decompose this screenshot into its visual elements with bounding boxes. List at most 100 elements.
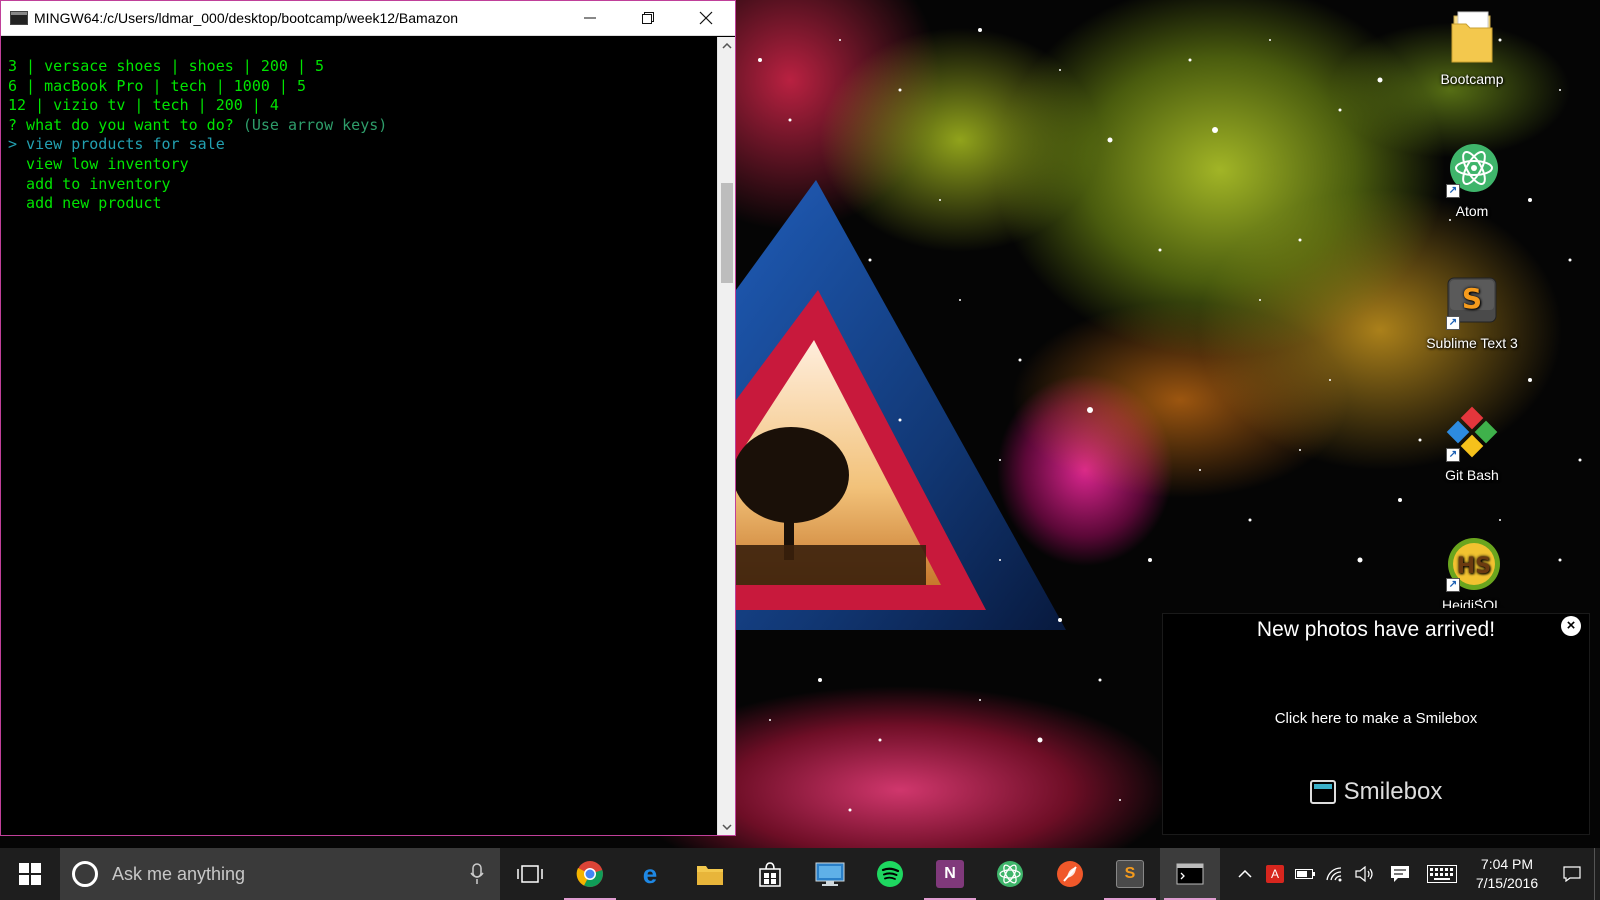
chevron-down-icon (721, 823, 732, 830)
clock-time: 7:04 PM (1480, 856, 1534, 872)
cortana-search-box[interactable]: Ask me anything (60, 848, 500, 900)
minimize-icon (584, 17, 596, 19)
desktop-icon-label: Atom (1455, 203, 1489, 219)
git-icon: ↗ (1444, 406, 1500, 462)
desktop-icon-atom[interactable]: ↗ Atom (1424, 142, 1520, 221)
minimize-button[interactable] (561, 1, 619, 36)
store-icon (759, 862, 781, 887)
prompt-hint: (Use arrow keys) (242, 115, 388, 134)
scroll-up-button[interactable] (718, 37, 735, 54)
desktop-icon-sublime[interactable]: S ↗ Sublime Text 3 (1424, 274, 1520, 353)
clock-date: 7/15/2016 (1475, 875, 1539, 891)
desktop-icon-bootcamp[interactable]: Bootcamp (1424, 10, 1520, 89)
system-tray: A 7:04 PM 7/15/2016 (1230, 848, 1600, 900)
shortcut-arrow-icon: ↗ (1446, 448, 1460, 462)
chrome-icon (576, 861, 603, 887)
svg-text:HS: HS (1457, 554, 1491, 579)
task-view-icon (517, 865, 543, 883)
tray-wifi[interactable] (1320, 848, 1350, 900)
show-desktop-button[interactable] (1594, 848, 1600, 900)
menu-option[interactable]: add to inventory (8, 175, 387, 195)
smilebox-brand-text: Smilebox (1343, 778, 1443, 805)
svg-text:S: S (1462, 282, 1482, 315)
close-icon (699, 11, 713, 25)
smilebox-logo: Smilebox (1163, 778, 1589, 806)
taskbar-spotify[interactable] (860, 848, 920, 900)
taskbar-terminal[interactable] (1160, 848, 1220, 900)
sublime-icon: S (1116, 860, 1144, 888)
terminal-icon (1176, 863, 1204, 885)
remote-desktop-icon (815, 862, 845, 886)
cortana-icon (72, 861, 98, 887)
desktop-icon-heidisql[interactable]: HS ↗ HeidiSQL (1424, 536, 1520, 608)
taskbar-onenote[interactable]: N (920, 848, 980, 900)
taskbar-sublime[interactable]: S (1100, 848, 1160, 900)
notification-icon (1563, 866, 1581, 882)
volume-icon (1355, 866, 1373, 882)
inquirer-prompt: ? what do you want to do? (Use arrow key… (8, 116, 387, 136)
taskbar: Ask me anything e N S A 7:04 PM 7/15/201… (0, 848, 1600, 900)
taskbar-atom[interactable] (980, 848, 1040, 900)
task-view-button[interactable] (500, 848, 560, 900)
desktop-icon-label: Git Bash (1445, 467, 1499, 483)
taskbar-edge[interactable]: e (620, 848, 680, 900)
shortcut-arrow-icon: ↗ (1446, 184, 1460, 198)
tray-keyboard[interactable] (1420, 848, 1464, 900)
start-button[interactable] (0, 848, 60, 900)
edge-icon: e (642, 858, 658, 889)
table-row: 12 | vizio tv | tech | 200 | 4 (8, 96, 279, 115)
taskbar-store[interactable] (740, 848, 800, 900)
scroll-down-button[interactable] (718, 818, 735, 835)
tray-acrobat[interactable]: A (1260, 848, 1290, 900)
message-icon (1391, 866, 1409, 882)
desktop-icon-label: Sublime Text 3 (1426, 335, 1518, 351)
notifications-button[interactable] (1550, 848, 1594, 900)
taskbar-file-explorer[interactable] (680, 848, 740, 900)
restore-icon (642, 12, 654, 24)
make-smilebox-link[interactable]: Click here to make a Smilebox (1163, 710, 1589, 727)
desktop-icon-git-bash[interactable]: ↗ Git Bash (1424, 406, 1520, 485)
file-explorer-icon (697, 866, 723, 885)
show-hidden-icons-button[interactable] (1230, 848, 1260, 900)
tray-action-center[interactable] (1380, 848, 1420, 900)
tray-volume[interactable] (1350, 848, 1380, 900)
taskbar-chrome[interactable] (560, 848, 620, 900)
menu-option[interactable]: add new product (8, 194, 387, 214)
table-row: 3 | versace shoes | shoes | 200 | 5 (8, 57, 325, 75)
vertical-scrollbar[interactable] (717, 37, 735, 835)
menu-option-selected[interactable]: > view products for sale (8, 135, 387, 155)
restore-button[interactable] (619, 1, 677, 36)
microphone-icon[interactable] (470, 863, 484, 885)
desktop-icon-label: HeidiSQL (1442, 597, 1502, 608)
folder-icon (1444, 10, 1500, 66)
terminal-output[interactable]: 3 | versace shoes | shoes | 200 | 56 | m… (1, 37, 718, 835)
menu-option[interactable]: view low inventory (8, 155, 387, 175)
desktop-icon-label: Bootcamp (1440, 71, 1504, 87)
tray-battery[interactable] (1290, 848, 1320, 900)
terminal-window[interactable]: MINGW64:/c/Users/ldmar_000/desktop/bootc… (0, 0, 736, 836)
prompt-question: ? what do you want to do? (8, 115, 234, 134)
smilebox-notification[interactable]: New photos have arrived! × Click here to… (1162, 613, 1590, 835)
onenote-icon: N (936, 860, 964, 888)
scrollbar-thumb[interactable] (721, 183, 733, 283)
taskbar-clock[interactable]: 7:04 PM 7/15/2016 (1464, 855, 1550, 893)
shortcut-arrow-icon: ↗ (1446, 316, 1460, 330)
terminal-text: 3 | versace shoes | shoes | 200 | 56 | m… (8, 57, 387, 214)
battery-icon (1295, 869, 1315, 879)
window-title: MINGW64:/c/Users/ldmar_000/desktop/bootc… (34, 10, 459, 26)
smilebox-box-icon (1309, 780, 1336, 804)
close-icon: × (1566, 617, 1576, 634)
taskbar-remote-desktop[interactable] (800, 848, 860, 900)
spotify-icon (877, 861, 903, 887)
taskbar-feather-app[interactable] (1040, 848, 1100, 900)
close-button[interactable] (677, 1, 735, 36)
keyboard-icon (1427, 865, 1457, 883)
terminal-titlebar[interactable]: MINGW64:/c/Users/ldmar_000/desktop/bootc… (1, 1, 735, 36)
sublime-icon: S ↗ (1444, 274, 1500, 330)
close-notification-button[interactable]: × (1561, 616, 1581, 636)
mintty-app-icon[interactable] (10, 11, 28, 25)
chevron-up-icon (721, 42, 732, 49)
chevron-up-icon (1238, 870, 1252, 878)
atom-icon (997, 861, 1023, 887)
table-row: 6 | macBook Pro | tech | 1000 | 5 (8, 76, 307, 95)
